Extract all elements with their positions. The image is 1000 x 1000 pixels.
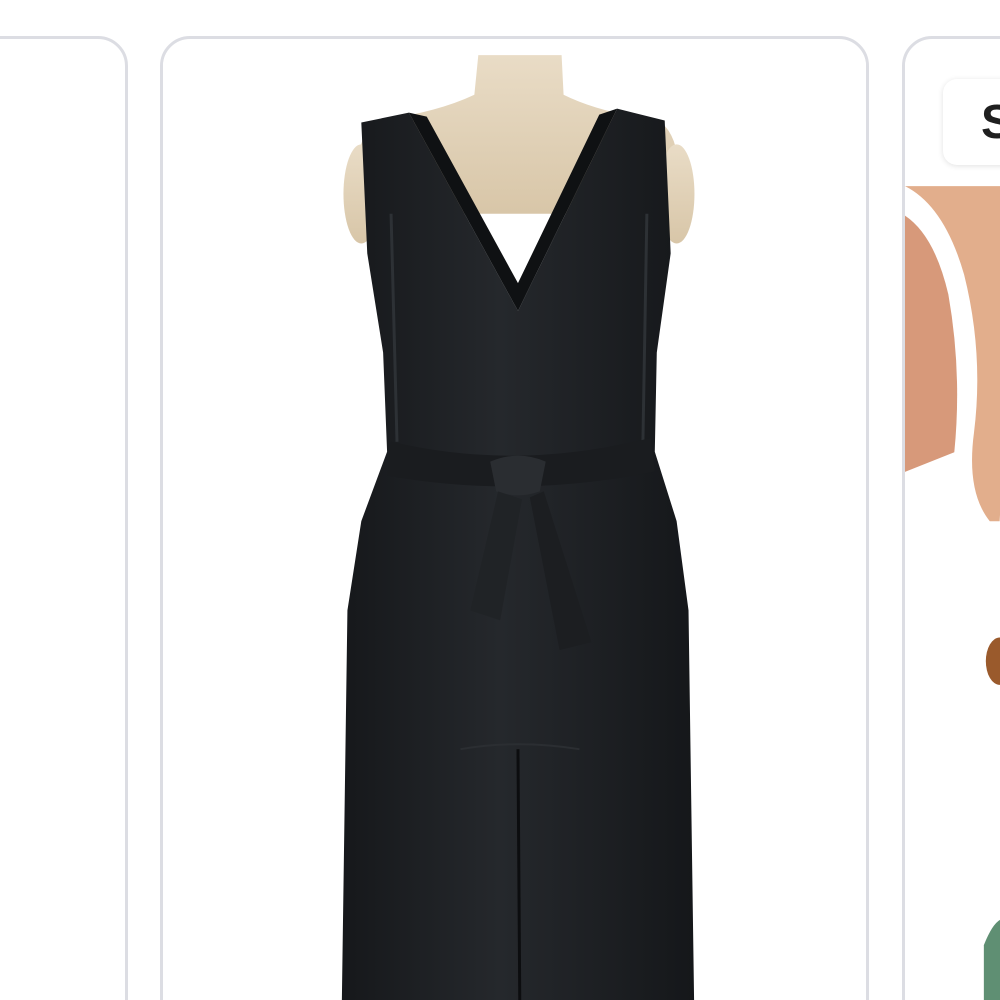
product-carousel: S bbox=[0, 0, 1000, 1000]
previous-product-card[interactable] bbox=[0, 36, 128, 1000]
next-product-card[interactable]: S bbox=[902, 36, 1000, 1000]
dress-image bbox=[163, 55, 866, 1000]
product-card-black-dress[interactable] bbox=[160, 36, 869, 1000]
model-image bbox=[905, 57, 1000, 1000]
card-badge: S bbox=[943, 79, 1000, 165]
product-photo[interactable] bbox=[163, 39, 866, 1000]
product-photo[interactable] bbox=[905, 39, 1000, 1000]
